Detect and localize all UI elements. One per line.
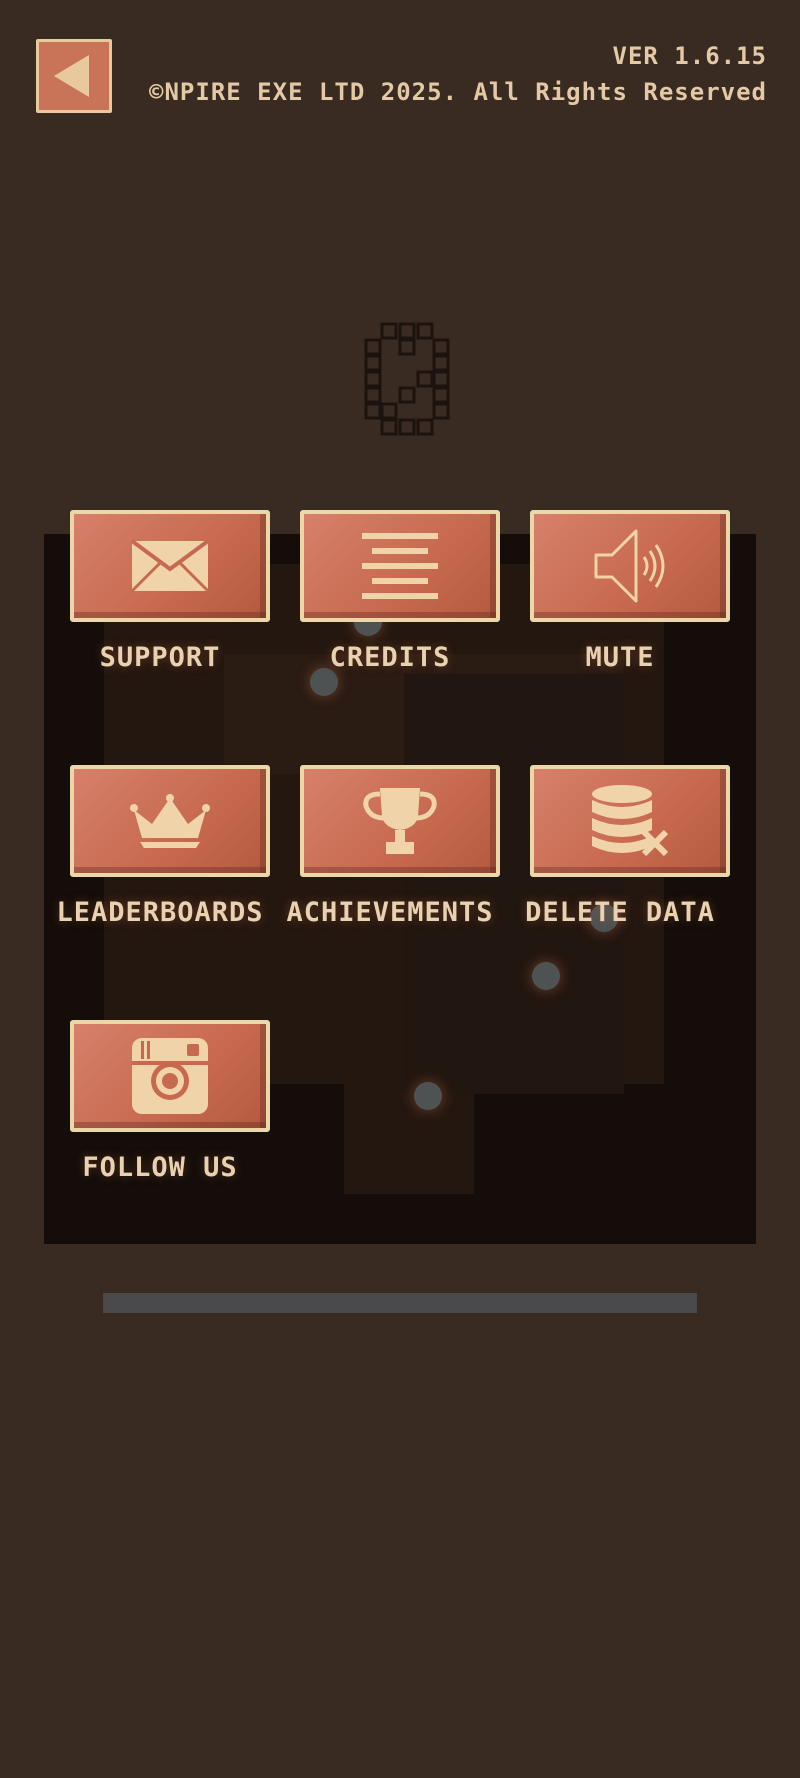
mute-button[interactable] [530,510,730,622]
follow-us-button[interactable] [70,1020,270,1132]
mail-icon [130,539,210,593]
credits-label: CREDITS [329,642,451,673]
menu-tile-support: SUPPORT [45,510,275,710]
achievements-button[interactable] [300,765,500,877]
menu-tile-follow-us: FOLLOW US [45,1020,275,1220]
credits-button[interactable] [300,510,500,622]
text-lines-icon [362,533,438,599]
support-label: SUPPORT [99,642,221,673]
glow-dot [532,962,560,990]
instagram-icon [132,1038,208,1114]
menu-tile-credits: CREDITS [275,510,505,710]
follow-us-label: FOLLOW US [82,1152,238,1183]
back-button[interactable] [36,39,112,113]
glow-dot [414,1082,442,1110]
copyright-label: ©NPIRE EXE LTD 2025. All Rights Reserved [149,78,767,106]
support-button[interactable] [70,510,270,622]
delete-data-label: DELETE DATA [525,897,715,928]
achievements-label: ACHIEVEMENTS [286,897,494,928]
speaker-icon [594,529,665,603]
delete-data-button[interactable] [530,765,730,877]
leaderboards-button[interactable] [70,765,270,877]
version-info: VER 1.6.15 ©NPIRE EXE LTD 2025. All Righ… [149,38,767,110]
version-label: VER 1.6.15 [612,42,767,70]
leaderboards-label: LEADERBOARDS [56,897,264,928]
crown-icon [130,794,210,848]
game-logo-icon [364,322,450,436]
menu-tile-mute: MUTE [505,510,735,710]
back-arrow-icon [54,55,89,97]
menu-tile-achievements: ACHIEVEMENTS [275,765,505,965]
loading-bar [103,1293,697,1313]
menu-tile-delete-data: DELETE DATA [505,765,735,965]
database-delete-icon [592,785,669,857]
mute-label: MUTE [585,642,655,673]
menu-tile-leaderboards: LEADERBOARDS [45,765,275,965]
trophy-icon [363,788,437,854]
